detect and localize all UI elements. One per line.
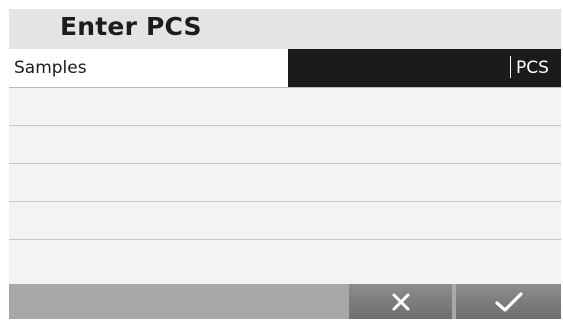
samples-row[interactable]: Samples PCS xyxy=(9,49,561,88)
dialog-frame: Enter PCS Samples PCS xyxy=(9,9,561,319)
empty-row xyxy=(9,202,561,240)
samples-label: Samples xyxy=(14,58,87,78)
text-cursor xyxy=(510,56,511,78)
empty-row xyxy=(9,240,561,284)
unit-label: PCS xyxy=(516,58,549,78)
empty-row xyxy=(9,126,561,164)
page-title: Enter PCS xyxy=(60,12,202,41)
samples-input[interactable]: PCS xyxy=(288,49,561,87)
close-icon xyxy=(392,293,409,310)
confirm-button[interactable] xyxy=(456,284,561,319)
empty-row xyxy=(9,88,561,126)
checkmark-icon xyxy=(494,291,523,312)
entry-list: Samples PCS xyxy=(9,49,561,284)
empty-row xyxy=(9,164,561,202)
cancel-button[interactable] xyxy=(349,284,452,319)
footer-bar xyxy=(9,284,561,319)
title-bar: Enter PCS xyxy=(9,9,561,49)
